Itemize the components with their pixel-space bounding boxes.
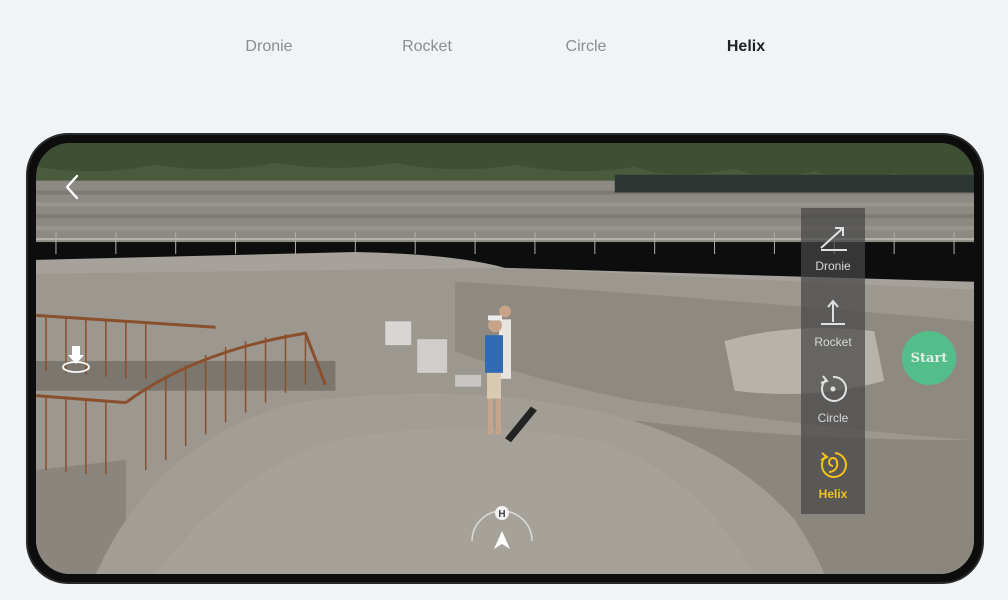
camera-view: Dronie Rocket Circle Helix Start H: [36, 143, 974, 574]
tab-rocket[interactable]: Rocket: [402, 38, 452, 56]
dronie-icon: [820, 227, 847, 251]
helix-icon: [820, 452, 847, 478]
circle-orbit-icon: [820, 375, 847, 402]
phone-frame: Dronie Rocket Circle Helix Start H: [26, 133, 984, 584]
mode-circle[interactable]: Circle: [801, 364, 865, 440]
flight-mode-panel: Dronie Rocket Circle Helix: [801, 208, 865, 514]
mode-dronie[interactable]: Dronie: [801, 212, 865, 288]
mode-rocket-label: Rocket: [814, 335, 852, 349]
tab-circle[interactable]: Circle: [566, 38, 607, 56]
landing-icon[interactable]: [60, 343, 92, 377]
mode-rocket[interactable]: Rocket: [801, 288, 865, 364]
rocket-icon: [821, 299, 845, 325]
mode-tabs: Dronie Rocket Circle Helix: [0, 38, 1008, 62]
mode-helix[interactable]: Helix: [801, 440, 865, 516]
start-button[interactable]: Start: [902, 331, 956, 385]
tab-helix[interactable]: Helix: [727, 38, 765, 56]
mode-dronie-label: Dronie: [815, 259, 851, 273]
mode-circle-label: Circle: [817, 411, 849, 425]
chevron-left-icon[interactable]: [60, 173, 84, 201]
compass-home-label: H: [498, 509, 505, 520]
mode-helix-label: Helix: [818, 487, 848, 501]
home-point-compass-icon: H: [471, 506, 533, 549]
tab-dronie[interactable]: Dronie: [245, 38, 292, 56]
